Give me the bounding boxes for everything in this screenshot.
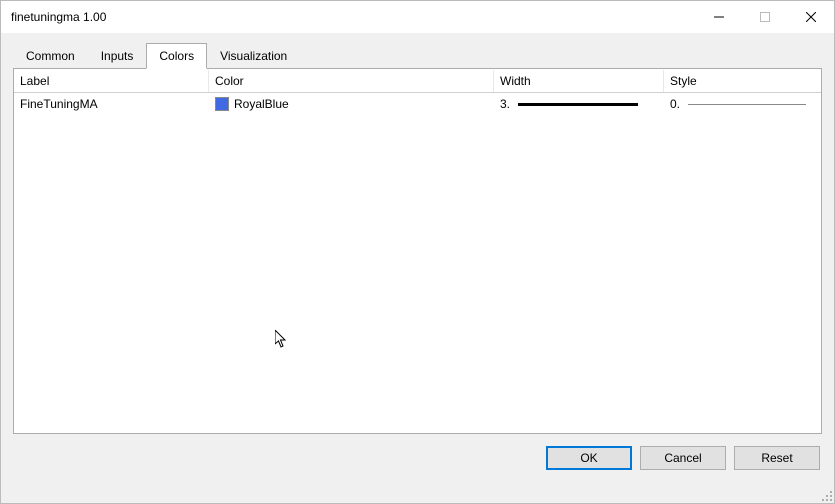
reset-button[interactable]: Reset	[734, 446, 820, 470]
close-button[interactable]	[788, 1, 834, 33]
column-header-width[interactable]: Width	[494, 70, 664, 92]
column-header-color[interactable]: Color	[209, 70, 494, 92]
maximize-button	[742, 1, 788, 33]
cell-color[interactable]: RoyalBlue	[209, 95, 494, 113]
table-row[interactable]: FineTuningMA RoyalBlue 3. 0.	[14, 93, 821, 115]
column-header-label[interactable]: Label	[14, 70, 209, 92]
close-icon	[806, 12, 816, 22]
cancel-button[interactable]: Cancel	[640, 446, 726, 470]
ok-button[interactable]: OK	[546, 446, 632, 470]
style-preview-line	[688, 104, 806, 105]
tab-colors[interactable]: Colors	[146, 43, 207, 69]
tab-inputs[interactable]: Inputs	[88, 43, 147, 68]
color-name: RoyalBlue	[234, 97, 289, 111]
button-row: OK Cancel Reset	[13, 446, 822, 470]
cell-style[interactable]: 0.	[664, 95, 812, 113]
width-value: 3.	[500, 97, 510, 111]
cell-label[interactable]: FineTuningMA	[14, 95, 209, 113]
style-value: 0.	[670, 97, 680, 111]
maximize-icon	[760, 12, 770, 22]
tabpanel-colors: Label Color Width Style FineTuningMA Roy…	[13, 68, 822, 434]
resize-grip[interactable]	[819, 488, 833, 502]
resize-grip-icon	[819, 488, 833, 502]
minimize-button[interactable]	[696, 1, 742, 33]
tab-common[interactable]: Common	[13, 43, 88, 68]
column-header-style[interactable]: Style	[664, 70, 812, 92]
window-controls	[696, 1, 834, 33]
tab-visualization[interactable]: Visualization	[207, 43, 300, 68]
window-title: finetuningma 1.00	[11, 10, 696, 24]
content-area: Common Inputs Colors Visualization Label…	[1, 33, 834, 503]
width-preview-line	[518, 103, 638, 106]
tab-strip: Common Inputs Colors Visualization	[13, 43, 822, 68]
color-swatch	[215, 97, 229, 111]
titlebar: finetuningma 1.00	[1, 1, 834, 33]
cell-width[interactable]: 3.	[494, 95, 664, 113]
minimize-icon	[714, 12, 724, 22]
table-header: Label Color Width Style	[14, 69, 821, 93]
